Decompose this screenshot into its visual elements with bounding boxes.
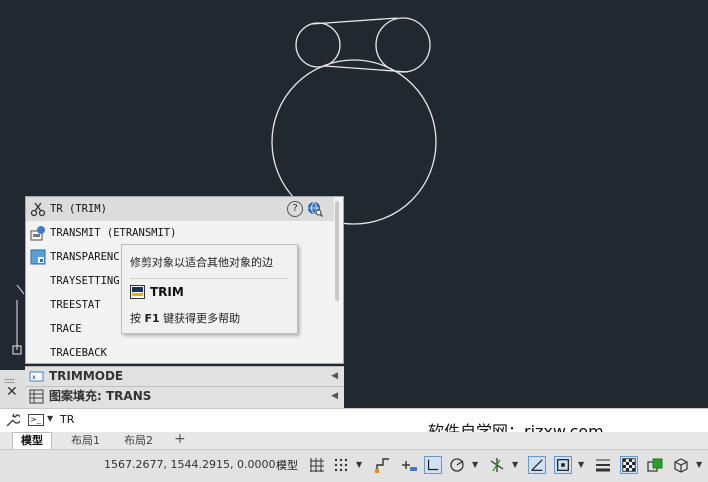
layout-tab-bar: 模型 布局1 布局2 + <box>0 431 708 450</box>
autocomplete-item-label: TRACEBACK <box>50 347 107 359</box>
object-snap-dropdown-icon[interactable]: ▼ <box>578 460 584 469</box>
infer-constraints-icon[interactable] <box>374 456 392 474</box>
history-row-trimmode[interactable]: x TRIMMODE ◀ <box>25 366 344 386</box>
cursor-coordinates: 1567.2677, 1544.2915, 0.0000 <box>104 458 276 471</box>
scissors-icon <box>30 202 46 217</box>
tab-model[interactable]: 模型 <box>12 432 52 450</box>
autocomplete-item-trim[interactable]: TR (TRIM) ? <box>26 197 334 221</box>
ucs-axis-tick <box>16 284 25 295</box>
history-row-hatch[interactable]: 图案填充: TRANS ◀ <box>25 386 344 408</box>
tangent-line-top <box>311 17 398 25</box>
grid-icon[interactable] <box>308 456 326 474</box>
isodraft-dropdown-icon[interactable]: ▼ <box>512 460 518 469</box>
autocomplete-item-label: TRANSPARENC <box>50 251 120 263</box>
wrench-icon[interactable] <box>4 412 20 428</box>
tooltip-help-key: F1 <box>144 312 160 325</box>
tooltip-command-name: TRIM <box>150 285 184 299</box>
tooltip-help-suffix: 键获得更多帮助 <box>163 312 241 325</box>
etransmit-icon <box>30 226 45 241</box>
command-history-panel: x TRIMMODE ◀ 图案填充: TRANS ◀ <box>0 366 344 408</box>
polar-tracking-icon[interactable] <box>448 456 466 474</box>
autocomplete-item-transmit[interactable]: TRANSMIT (ETRANSMIT) <box>26 221 334 245</box>
tab-layout2[interactable]: 布局2 <box>115 432 162 450</box>
drawing-circle-small-right <box>375 17 431 73</box>
3d-object-snap-icon[interactable] <box>672 456 690 474</box>
transparency-icon <box>30 249 46 265</box>
tangent-line-bottom <box>324 65 409 73</box>
transparency-toggle-icon[interactable] <box>620 456 638 474</box>
svg-text:x: x <box>32 374 36 381</box>
model-space-button[interactable]: 模型 <box>272 456 302 476</box>
system-variable-icon: x <box>29 371 44 382</box>
command-input[interactable] <box>58 412 362 427</box>
snap-icon[interactable] <box>332 456 350 474</box>
tooltip-help-hint: 按 F1 键获得更多帮助 <box>130 310 240 326</box>
add-layout-button[interactable]: + <box>174 431 186 447</box>
status-bar: 1567.2677, 1544.2915, 0.0000 模型 ▼ ▼ ▼ ▼ <box>0 449 708 482</box>
autocomplete-item-label: TRACE <box>50 323 82 335</box>
autocomplete-scrollbar[interactable] <box>335 201 339 301</box>
dynamic-input-icon[interactable] <box>400 456 418 474</box>
history-row-label: TRIMMODE <box>49 369 124 383</box>
tooltip-divider <box>130 278 289 279</box>
lineweight-icon[interactable] <box>594 456 612 474</box>
ortho-mode-icon[interactable] <box>424 456 442 474</box>
recent-commands-dropdown-icon[interactable]: ▼ <box>47 414 53 423</box>
3d-snap-dropdown-icon[interactable]: ▼ <box>696 460 702 469</box>
trim-command-icon <box>130 285 145 299</box>
drawing-circle-small-left <box>295 22 341 68</box>
polar-dropdown-icon[interactable]: ▼ <box>472 460 478 469</box>
tooltip-help-prefix: 按 <box>130 312 141 325</box>
object-snap-tracking-icon[interactable] <box>528 456 546 474</box>
expand-arrow-icon[interactable]: ◀ <box>331 367 338 386</box>
tab-layout1[interactable]: 布局1 <box>62 432 109 450</box>
history-row-label: 图案填充: TRANS <box>49 389 152 403</box>
command-tooltip: 修剪对象以适合其他对象的边 TRIM 按 F1 键获得更多帮助 <box>121 244 298 334</box>
object-snap-icon[interactable] <box>554 456 572 474</box>
tooltip-description: 修剪对象以适合其他对象的边 <box>130 256 273 269</box>
snap-dropdown-icon[interactable]: ▼ <box>356 460 362 469</box>
help-icon[interactable]: ? <box>287 201 303 217</box>
selection-cycling-icon[interactable] <box>646 456 664 474</box>
command-prompt-icon[interactable]: >_ <box>28 414 44 426</box>
autocomplete-item-traceback[interactable]: TRACEBACK <box>26 341 334 363</box>
autocomplete-item-label: TR (TRIM) <box>50 203 107 215</box>
expand-arrow-icon[interactable]: ◀ <box>331 387 338 406</box>
autocomplete-item-label: TREESTAT <box>50 299 101 311</box>
hatch-icon <box>29 389 44 404</box>
globe-search-icon[interactable] <box>307 201 323 217</box>
autocomplete-item-label: TRANSMIT (ETRANSMIT) <box>50 227 177 239</box>
isodraft-icon[interactable] <box>488 456 506 474</box>
autocomplete-item-label: TRAYSETTING <box>50 275 120 287</box>
